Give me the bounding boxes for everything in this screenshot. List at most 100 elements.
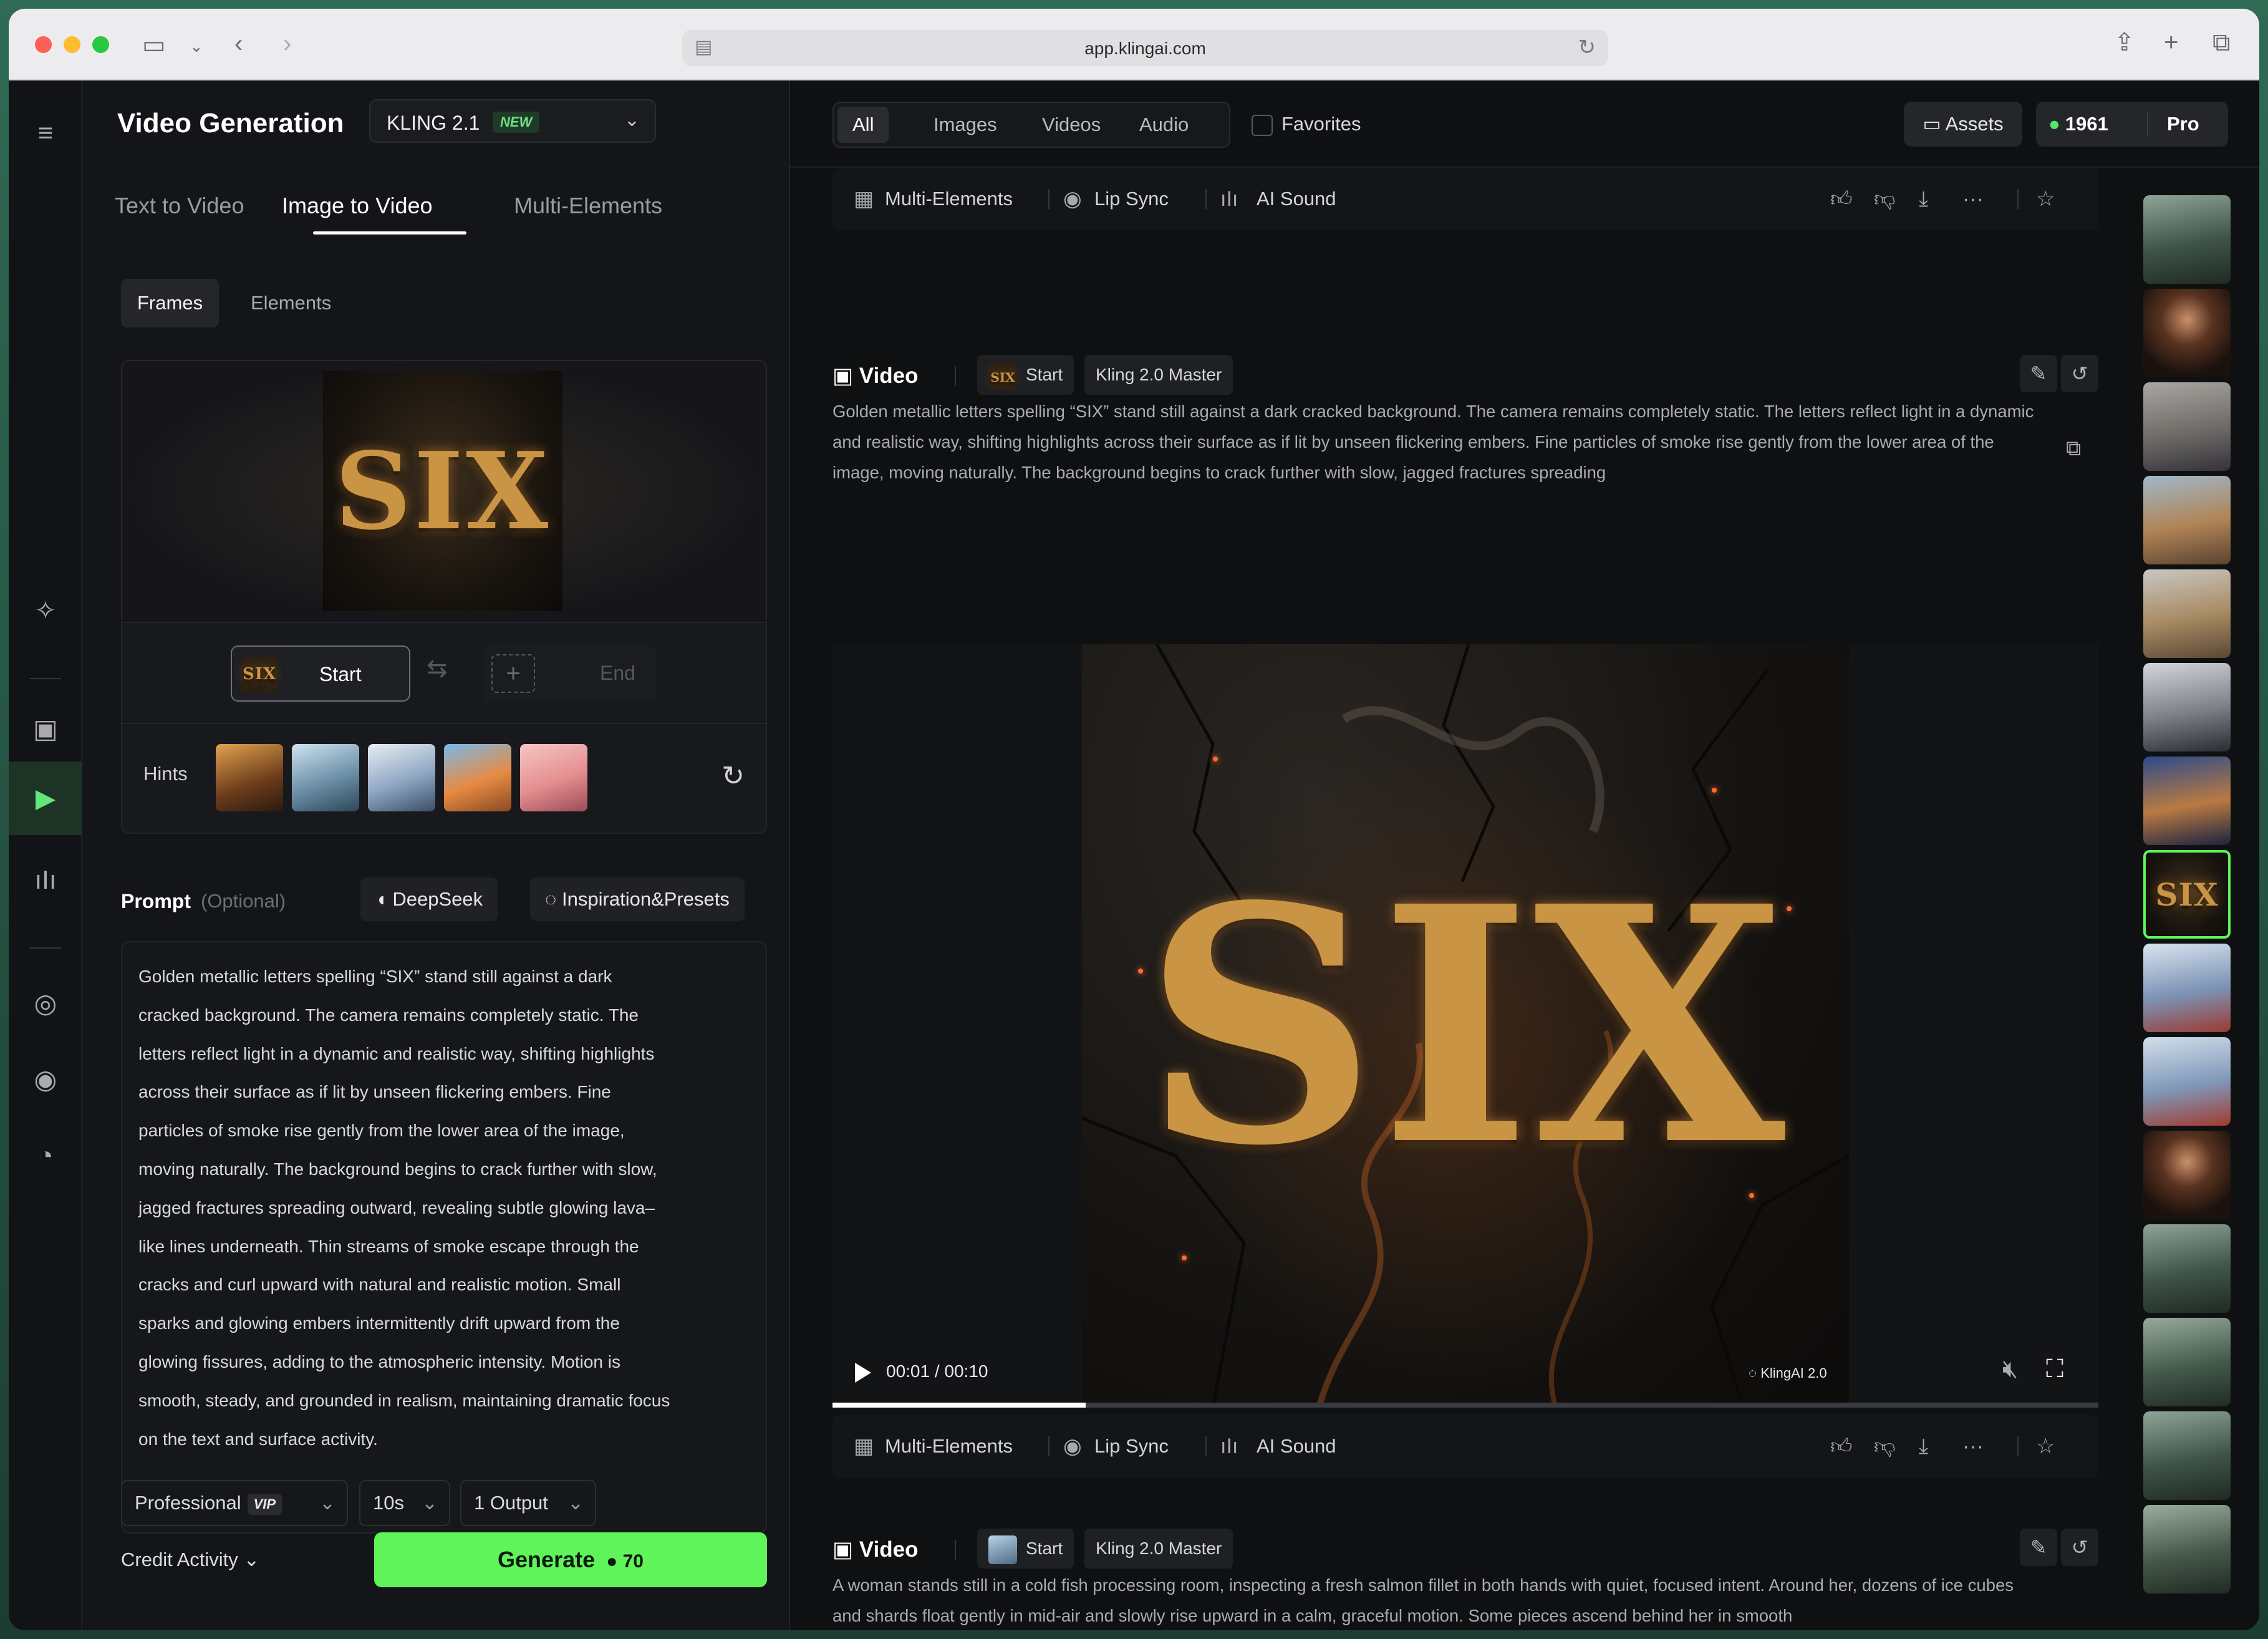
fullscreen-icon[interactable]: ⛶ <box>2046 1355 2063 1383</box>
download-icon[interactable]: ⤓ <box>1919 168 1928 230</box>
history-thumbnail[interactable] <box>2143 944 2231 1032</box>
history-thumbnail[interactable] <box>2143 382 2231 471</box>
reload-icon[interactable]: ↻ <box>1578 35 1596 60</box>
thumbs-up-icon[interactable]: 👍︎ <box>1830 1415 1853 1477</box>
video-icon[interactable]: ▶ <box>9 761 82 835</box>
swap-frames-icon[interactable]: ⇆ <box>427 654 448 683</box>
lipsync-button[interactable]: Lip Sync <box>1094 168 1169 230</box>
quality-select[interactable]: Professional VIP ⌄ <box>121 1480 348 1526</box>
history-thumbnail[interactable] <box>2143 1224 2231 1313</box>
tab-frames[interactable]: Frames <box>121 279 220 327</box>
tab-image-to-video[interactable]: Image to Video <box>282 193 433 219</box>
url-text[interactable]: app.klingai.com <box>682 39 1608 59</box>
mute-icon[interactable]: 🔇︎ <box>2002 1355 2018 1383</box>
outputs-select[interactable]: 1 Output ⌄ <box>460 1480 596 1526</box>
end-frame-slot[interactable]: + End <box>483 645 656 702</box>
start-frame-slot[interactable]: SIX Start <box>231 645 410 702</box>
rocket-icon[interactable]: ✧ <box>27 592 64 629</box>
history-thumbnail[interactable] <box>2143 1037 2231 1126</box>
prompt-textarea[interactable]: Golden metallic letters spelling “SIX” s… <box>121 941 767 1534</box>
filter-audio[interactable]: Audio <box>1124 107 1204 143</box>
history-thumbnail[interactable] <box>2143 1318 2231 1406</box>
tab-overview-icon[interactable]: ⧉ <box>2213 30 2231 55</box>
model-select[interactable]: KLING 2.1 NEW ⌄ <box>369 99 656 143</box>
prompt-text[interactable]: Golden metallic letters spelling “SIX” s… <box>138 957 750 1458</box>
start-frame-pill[interactable]: SIX Start <box>977 355 1074 395</box>
start-frame-pill[interactable]: Start <box>977 1529 1074 1569</box>
generate-button[interactable]: Generate ● 70 <box>374 1532 767 1587</box>
hint-thumbnail[interactable] <box>292 744 359 811</box>
inspiration-presets-button[interactable]: ◌ Inspiration&Presets <box>530 878 745 921</box>
hint-thumbnail[interactable] <box>444 744 511 811</box>
hint-thumbnail[interactable] <box>368 744 435 811</box>
more-icon[interactable]: ··· <box>1962 168 1984 230</box>
credits-pill[interactable]: ● 1961 Pro <box>2036 102 2228 147</box>
video-player[interactable]: SIX 00:01 / 00:10 ◌ KlingAI 2.0 🔇︎ ⛶ <box>832 644 2098 1408</box>
checkbox-icon[interactable] <box>1252 114 1273 136</box>
history-thumbnail[interactable] <box>2143 476 2231 564</box>
favorites-checkbox[interactable]: Favorites <box>1252 113 1361 136</box>
thumbs-down-icon[interactable]: 👎︎ <box>1874 1415 1896 1477</box>
play-icon[interactable] <box>855 1362 871 1383</box>
tab-text-to-video[interactable]: Text to Video <box>115 193 244 219</box>
history-thumbnail[interactable] <box>2143 1131 2231 1219</box>
share-icon[interactable]: ⇪ <box>2114 30 2135 55</box>
duration-select[interactable]: 10s ⌄ <box>359 1480 450 1526</box>
history-thumbnail[interactable] <box>2143 663 2231 752</box>
regenerate-icon[interactable]: ↺ <box>2061 355 2098 392</box>
download-icon[interactable]: ⤓ <box>1919 1415 1928 1477</box>
ai-sound-button[interactable]: AI Sound <box>1257 168 1336 230</box>
regenerate-icon[interactable]: ↺ <box>2061 1529 2098 1566</box>
star-icon[interactable]: ☆ <box>2036 1415 2055 1477</box>
more-icon[interactable]: ··· <box>1962 1415 1984 1477</box>
frame-preview: SIX <box>122 361 766 623</box>
outputs-value: 1 Output <box>474 1492 548 1514</box>
refresh-hints-icon[interactable]: ↻ <box>721 760 745 792</box>
filter-videos[interactable]: Videos <box>1027 107 1116 143</box>
plan-badge[interactable]: Pro <box>2167 102 2199 147</box>
history-icon[interactable]: ◔ <box>27 1137 64 1174</box>
thumbs-down-icon[interactable]: 👎︎ <box>1874 168 1896 230</box>
hint-thumbnail[interactable] <box>520 744 587 811</box>
image-icon[interactable]: ▣ <box>27 710 64 748</box>
edit-icon[interactable]: ✎ <box>2020 1529 2057 1566</box>
history-thumbnail[interactable] <box>2143 1505 2231 1593</box>
tab-multi-elements[interactable]: Multi-Elements <box>514 193 662 219</box>
forward-icon[interactable]: › <box>283 31 291 56</box>
history-thumbnail[interactable] <box>2143 757 2231 845</box>
lipsync-icon[interactable]: ◉ <box>27 1061 64 1098</box>
thumbs-up-icon[interactable]: 👍︎ <box>1830 168 1853 230</box>
history-thumbnail-selected[interactable]: SIX <box>2143 850 2231 939</box>
assets-button[interactable]: ▭ Assets <box>1904 102 2022 147</box>
zoom-window-button[interactable] <box>92 36 109 53</box>
close-window-button[interactable] <box>35 36 52 53</box>
filter-images[interactable]: Images <box>919 107 1012 143</box>
history-thumbnail[interactable] <box>2143 195 2231 284</box>
credit-activity-dropdown[interactable]: Credit Activity ⌄ <box>121 1549 259 1571</box>
deepseek-button[interactable]: ◖ DeepSeek <box>360 878 498 921</box>
minimize-window-button[interactable] <box>64 36 80 53</box>
chevron-down-icon[interactable]: ⌄ <box>190 34 203 59</box>
lipsync-button[interactable]: Lip Sync <box>1094 1415 1169 1477</box>
address-bar[interactable]: ▤ app.klingai.com ↻ <box>682 30 1608 66</box>
edit-icon[interactable]: ✎ <box>2020 355 2057 392</box>
sidebar-toggle-icon[interactable]: ▭ <box>142 32 166 57</box>
avatar-icon[interactable]: ◎ <box>27 985 64 1022</box>
ai-sound-button[interactable]: AI Sound <box>1257 1415 1336 1477</box>
history-thumbnail[interactable] <box>2143 569 2231 658</box>
back-icon[interactable]: ‹ <box>234 31 243 56</box>
tab-elements[interactable]: Elements <box>234 279 347 327</box>
history-thumbnail[interactable] <box>2143 1411 2231 1500</box>
multi-elements-button[interactable]: Multi-Elements <box>885 168 1013 230</box>
new-tab-icon[interactable]: + <box>2164 30 2178 55</box>
hint-thumbnail[interactable] <box>216 744 283 811</box>
history-thumbnail[interactable] <box>2143 289 2231 377</box>
menu-icon[interactable]: ≡ <box>27 114 64 152</box>
filter-all[interactable]: All <box>837 107 889 143</box>
audio-icon[interactable]: ıIı <box>27 861 64 899</box>
copy-icon[interactable]: ⧉ <box>2066 436 2081 461</box>
multi-elements-button[interactable]: Multi-Elements <box>885 1415 1013 1477</box>
add-end-frame-icon[interactable]: + <box>491 654 535 693</box>
start-frame-image[interactable]: SIX <box>323 371 562 611</box>
star-icon[interactable]: ☆ <box>2036 168 2055 230</box>
